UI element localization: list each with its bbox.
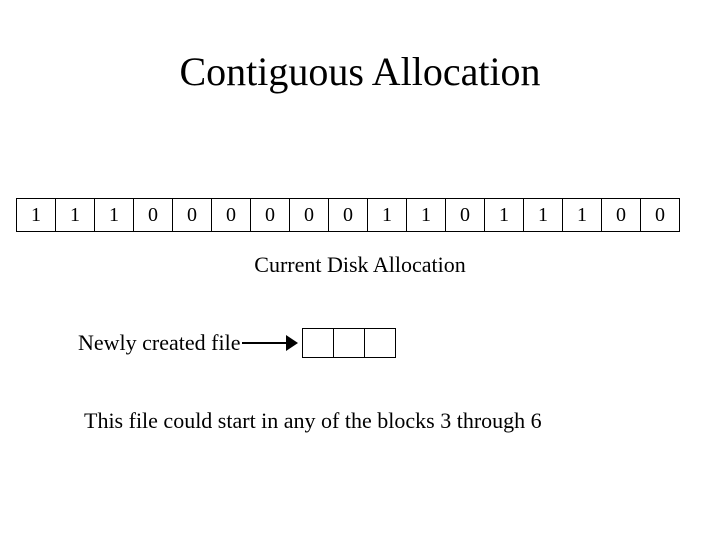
page-title: Contiguous Allocation [0, 48, 720, 95]
disk-block: 0 [640, 198, 680, 232]
disk-block: 0 [601, 198, 641, 232]
disk-block: 1 [406, 198, 446, 232]
new-file-row: Newly created file [78, 328, 396, 358]
disk-block: 1 [16, 198, 56, 232]
disk-block: 0 [289, 198, 329, 232]
new-file-block [333, 328, 365, 358]
placement-note: This file could start in any of the bloc… [84, 408, 542, 434]
disk-block: 1 [94, 198, 134, 232]
arrow-right-icon [242, 333, 298, 353]
disk-block: 1 [562, 198, 602, 232]
new-file-block [364, 328, 396, 358]
disk-block: 1 [523, 198, 563, 232]
disk-bitmap-row: 11100000011011100 [16, 198, 680, 232]
new-file-blocks [302, 328, 396, 358]
disk-block: 1 [367, 198, 407, 232]
disk-block: 0 [211, 198, 251, 232]
disk-block: 1 [55, 198, 95, 232]
disk-block: 0 [133, 198, 173, 232]
disk-block: 0 [250, 198, 290, 232]
bitmap-caption: Current Disk Allocation [0, 252, 720, 278]
disk-block: 1 [484, 198, 524, 232]
disk-block: 0 [172, 198, 212, 232]
new-file-block [302, 328, 334, 358]
disk-block: 0 [328, 198, 368, 232]
disk-block: 0 [445, 198, 485, 232]
new-file-label: Newly created file [78, 330, 240, 356]
